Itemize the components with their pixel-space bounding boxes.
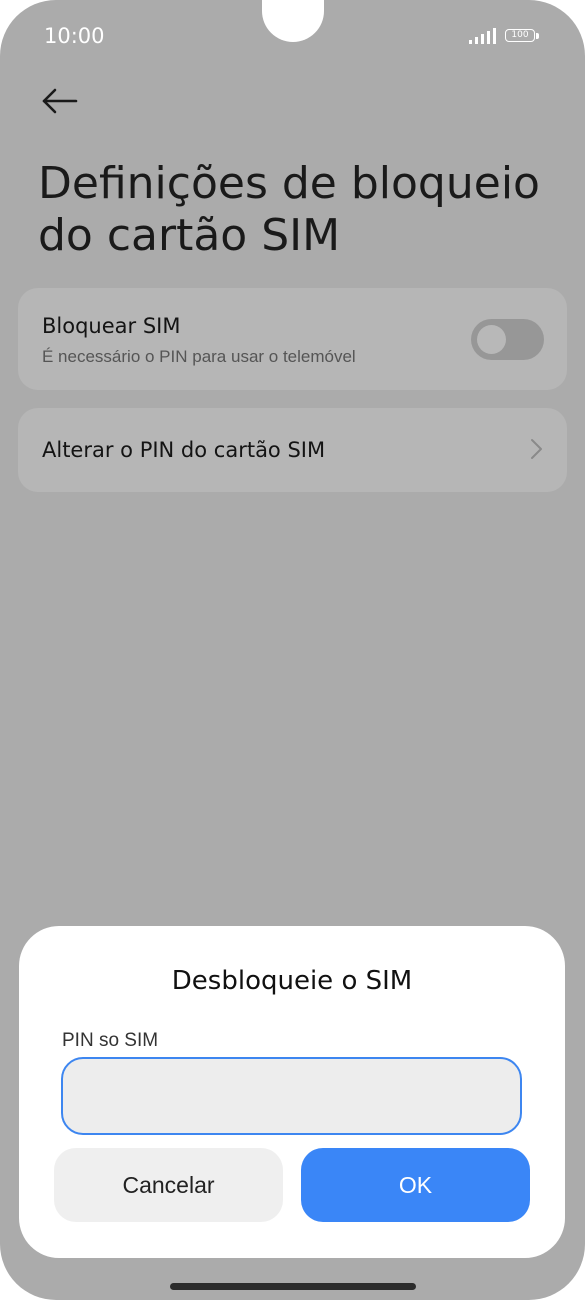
lock-sim-subtitle: É necessário o PIN para usar o telemóvel — [42, 347, 356, 366]
phone-screen: 10:00 100 Definições de bloqueio do cart… — [0, 0, 585, 1300]
camera-notch — [262, 0, 324, 42]
home-indicator[interactable] — [170, 1283, 416, 1290]
arrow-left-icon[interactable] — [40, 84, 80, 118]
chevron-right-icon — [531, 439, 542, 459]
pin-field-label: PIN so SIM — [62, 1030, 159, 1051]
status-time: 10:00 — [44, 24, 105, 48]
pin-input[interactable] — [61, 1057, 522, 1135]
change-pin-title: Alterar o PIN do cartão SIM — [42, 438, 326, 462]
lock-sim-title: Bloquear SIM — [42, 314, 181, 338]
ok-button[interactable]: OK — [301, 1148, 530, 1222]
battery-icon: 100 — [505, 29, 535, 42]
page-title: Definições de bloqueio do cartão SIM — [38, 158, 540, 261]
battery-tip — [536, 33, 539, 39]
status-icons: 100 — [468, 26, 546, 46]
unlock-sim-dialog: Desbloqueie o SIM PIN so SIM Cancelar OK — [19, 926, 565, 1258]
change-pin-row[interactable]: Alterar o PIN do cartão SIM — [18, 408, 567, 492]
signal-bars-icon — [469, 28, 496, 44]
lock-sim-toggle[interactable] — [471, 319, 544, 360]
cancel-button[interactable]: Cancelar — [54, 1148, 283, 1222]
toggle-knob — [477, 325, 506, 354]
dialog-title: Desbloqueie o SIM — [171, 966, 413, 996]
lock-sim-row[interactable]: Bloquear SIM É necessário o PIN para usa… — [18, 288, 567, 390]
